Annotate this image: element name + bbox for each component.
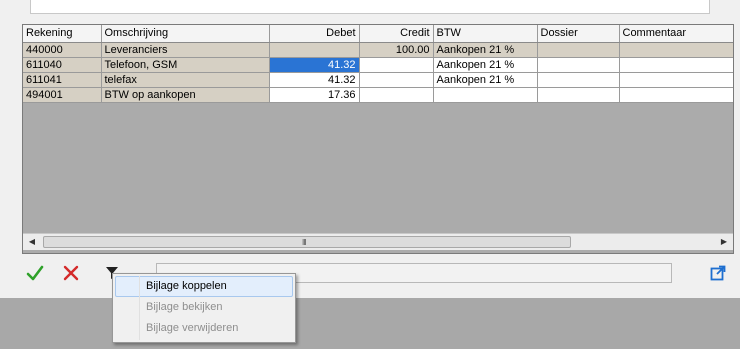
cell-rekening[interactable]: 494001 [23, 87, 102, 103]
cell-credit[interactable] [359, 57, 434, 73]
cell-dossier[interactable] [537, 87, 620, 103]
cell-rekening[interactable]: 440000 [23, 42, 102, 58]
cell-omschrijving[interactable]: Telefoon, GSM [101, 57, 270, 73]
menu-item-attach[interactable]: Bijlage koppelen [115, 276, 293, 297]
column-header-debet[interactable]: Debet [269, 25, 360, 43]
cell-btw[interactable] [433, 87, 538, 103]
cell-debet[interactable]: 41.32 [269, 72, 360, 88]
check-icon[interactable] [25, 263, 45, 283]
cell-rekening[interactable]: 611040 [23, 57, 102, 73]
scroll-right-icon[interactable]: ▶ [717, 236, 731, 248]
cell-debet-selected[interactable]: 41.32 [269, 57, 360, 73]
scrollbar-thumb[interactable]: III [43, 236, 571, 248]
scrollbar-grip: III [302, 238, 307, 247]
cell-dossier[interactable] [537, 42, 620, 58]
column-header-rekening[interactable]: Rekening [23, 25, 102, 43]
column-header-commentaar[interactable]: Commentaar [619, 25, 733, 43]
table-row[interactable]: 611040 Telefoon, GSM 41.32 Aankopen 21 % [23, 57, 733, 73]
cell-debet[interactable] [269, 42, 360, 58]
cell-credit[interactable] [359, 87, 434, 103]
scroll-left-icon[interactable]: ◀ [25, 236, 39, 248]
table-header-row: Rekening Omschrijving Debet Credit BTW D… [23, 25, 733, 43]
cell-commentaar[interactable] [619, 42, 733, 58]
cell-debet[interactable]: 17.36 [269, 87, 360, 103]
cell-commentaar[interactable] [619, 72, 733, 88]
column-header-dossier[interactable]: Dossier [537, 25, 620, 43]
horizontal-scrollbar[interactable]: ◀ III ▶ [23, 233, 733, 250]
booking-table: Rekening Omschrijving Debet Credit BTW D… [23, 25, 733, 103]
table-row[interactable]: 611041 telefax 41.32 Aankopen 21 % [23, 72, 733, 88]
cell-dossier[interactable] [537, 57, 620, 73]
cell-omschrijving[interactable]: BTW op aankopen [101, 87, 270, 103]
cell-btw[interactable]: Aankopen 21 % [433, 42, 538, 58]
column-header-credit[interactable]: Credit [359, 25, 434, 43]
cell-btw[interactable]: Aankopen 21 % [433, 57, 538, 73]
cell-dossier[interactable] [537, 72, 620, 88]
cell-omschrijving[interactable]: telefax [101, 72, 270, 88]
cell-btw[interactable]: Aankopen 21 % [433, 72, 538, 88]
menu-gutter [139, 276, 140, 340]
cell-omschrijving[interactable]: Leveranciers [101, 42, 270, 58]
cell-commentaar[interactable] [619, 57, 733, 73]
menu-item-view-attachment[interactable]: Bijlage bekijken [115, 297, 293, 318]
cell-rekening[interactable]: 611041 [23, 72, 102, 88]
column-header-btw[interactable]: BTW [433, 25, 538, 43]
booking-grid[interactable]: Rekening Omschrijving Debet Credit BTW D… [22, 24, 734, 254]
top-panel-edge [30, 0, 710, 14]
cross-icon[interactable] [61, 263, 81, 283]
attachment-context-menu: Bijlage koppelen Bijlage bekijken Bijlag… [112, 273, 296, 343]
cell-credit[interactable] [359, 72, 434, 88]
cell-commentaar[interactable] [619, 87, 733, 103]
menu-item-delete-attachment[interactable]: Bijlage verwijderen [115, 318, 293, 339]
external-link-icon[interactable] [708, 263, 728, 283]
table-row[interactable]: 440000 Leveranciers 100.00 Aankopen 21 % [23, 42, 733, 58]
table-row[interactable]: 494001 BTW op aankopen 17.36 [23, 87, 733, 103]
column-header-omschrijving[interactable]: Omschrijving [101, 25, 270, 43]
footer-area [0, 298, 740, 349]
cell-credit[interactable]: 100.00 [359, 42, 434, 58]
